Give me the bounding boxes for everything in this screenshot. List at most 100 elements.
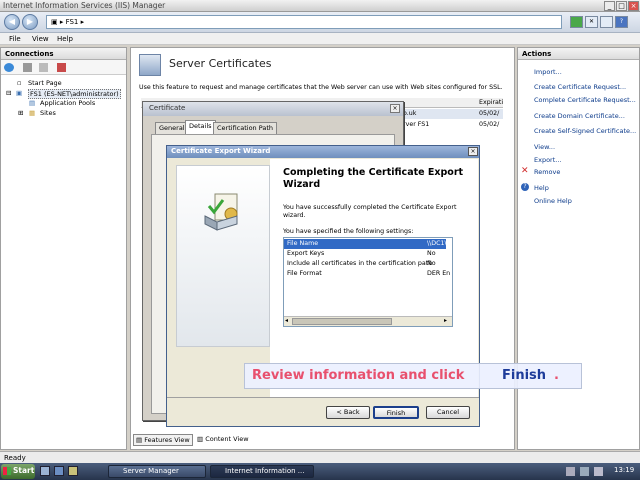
table-row[interactable]: rver FS1 05/02/: [401, 120, 503, 130]
cert-expiration: 05/02/: [479, 110, 500, 117]
forward-arrow-icon[interactable]: ▶: [22, 14, 38, 30]
app-pools-icon: ▤: [29, 99, 36, 107]
tree-item-app-pools[interactable]: Application Pools: [40, 99, 95, 107]
tree-item-start-page[interactable]: Start Page: [28, 79, 62, 87]
callout-text: Review information and click: [252, 368, 465, 383]
window-title: Internet Information Services (IIS) Mana…: [3, 1, 166, 10]
action-complete-cert-request[interactable]: Complete Certificate Request...: [534, 96, 636, 104]
action-create-cert-request[interactable]: Create Certificate Request...: [534, 83, 626, 91]
tab-general[interactable]: General: [155, 122, 189, 134]
quick-launch-icon[interactable]: [68, 466, 78, 476]
certificate-dialog-title: Certificate: [143, 102, 403, 116]
home-icon[interactable]: [600, 16, 613, 28]
menu-view[interactable]: View: [32, 35, 49, 43]
expand-toggle-icon[interactable]: ⊟: [6, 89, 11, 97]
cert-expiration: 05/02/: [479, 121, 500, 128]
action-import[interactable]: Import...: [534, 68, 562, 76]
action-create-domain-cert[interactable]: Create Domain Certificate...: [534, 112, 625, 120]
finish-button[interactable]: Finish: [373, 406, 419, 419]
wizard-side-banner: [176, 165, 270, 347]
refresh-icon[interactable]: [570, 16, 583, 28]
content-view-tab[interactable]: ▥ Content View: [195, 434, 257, 446]
list-item[interactable]: Include all certificates in the certific…: [284, 259, 446, 269]
connections-toolbar: [1, 60, 126, 75]
action-remove[interactable]: Remove: [534, 168, 560, 176]
settings-list[interactable]: File Name \\DC1\ Export Keys No Include al…: [283, 237, 453, 327]
column-expiration[interactable]: Expirati: [479, 99, 503, 106]
save-icon[interactable]: [23, 63, 32, 72]
status-text: Ready: [4, 454, 26, 462]
tree-item-server[interactable]: FS1 (ES-NET\administrator): [28, 89, 121, 99]
tree-item-sites[interactable]: Sites: [40, 109, 56, 117]
taskbar-server-manager[interactable]: Server Manager: [108, 465, 206, 478]
action-create-self-signed-cert[interactable]: Create Self-Signed Certificate...: [534, 127, 636, 135]
start-button[interactable]: Start: [1, 464, 35, 479]
wizard-intro-line1: You have successfully completed the Cert…: [283, 204, 457, 211]
wizard-intro-line2: wizard.: [283, 212, 306, 219]
scrollbar-thumb[interactable]: [292, 318, 392, 325]
taskbar: Start Server Manager Internet Informatio…: [0, 463, 640, 480]
breadcrumb-server[interactable]: FS1: [66, 18, 79, 26]
wizard-divider: [167, 397, 479, 398]
table-row[interactable]: o.uk 05/02/: [401, 109, 503, 119]
menu-bar: File View Help: [0, 33, 640, 45]
wizard-heading-line2: Wizard: [283, 179, 321, 190]
action-view[interactable]: View...: [534, 143, 555, 151]
breadcrumb-root-icon: ▣ ▸: [51, 18, 66, 26]
disconnect-icon[interactable]: [57, 63, 66, 72]
address-field[interactable]: ▣ ▸ FS1 ▸: [46, 15, 562, 29]
remove-x-icon: ✕: [521, 166, 529, 176]
cert-name: rver FS1: [403, 121, 430, 128]
wizard-close-button[interactable]: ×: [468, 147, 478, 156]
scroll-left-icon[interactable]: ◂: [285, 317, 288, 324]
action-help[interactable]: Help: [534, 184, 549, 192]
maximize-button[interactable]: □: [616, 1, 627, 11]
list-item[interactable]: Export Keys No: [284, 249, 446, 259]
quick-launch-icon[interactable]: [54, 466, 64, 476]
clock[interactable]: 13:19: [614, 466, 634, 474]
connections-pane: Connections ▫ Start Page ⊟ ▣ FS1 (ES-NET…: [0, 47, 127, 450]
scroll-right-icon[interactable]: ▸: [444, 317, 447, 324]
tray-icon[interactable]: [566, 467, 575, 476]
features-view-tab[interactable]: ▤ Features View: [133, 434, 193, 446]
status-bar: Ready: [0, 451, 640, 463]
wizard-content: Completing the Certificate Export Wizard…: [270, 159, 478, 397]
up-icon[interactable]: [39, 63, 48, 72]
sites-icon: ▦: [29, 109, 36, 117]
tray-icon[interactable]: [580, 467, 589, 476]
server-icon: ▣: [16, 89, 23, 97]
server-certificates-icon: [139, 54, 161, 76]
expand-toggle-icon[interactable]: ⊞: [18, 109, 23, 117]
page-description: Use this feature to request and manage c…: [139, 84, 503, 91]
action-online-help[interactable]: Online Help: [534, 197, 572, 205]
back-arrow-icon[interactable]: ◀: [4, 14, 20, 30]
actions-pane: Actions Import... Create Certificate Req…: [517, 47, 640, 450]
minimize-button[interactable]: _: [604, 1, 615, 11]
menu-file[interactable]: File: [9, 35, 21, 43]
stop-icon[interactable]: ✕: [585, 16, 598, 28]
callout-highlight: Finish: [502, 368, 547, 383]
tab-details[interactable]: Details: [185, 120, 216, 134]
connect-icon[interactable]: [4, 63, 14, 72]
taskbar-iis-manager[interactable]: Internet Information ...: [210, 465, 314, 478]
windows-logo-icon: [3, 467, 11, 475]
back-button[interactable]: < Back: [326, 406, 370, 419]
horizontal-scrollbar[interactable]: ◂ ▸: [284, 316, 452, 326]
breadcrumb-chevron-icon[interactable]: ▸: [78, 18, 85, 26]
callout-period: .: [554, 368, 559, 383]
help-circle-icon: ?: [521, 183, 529, 191]
list-item[interactable]: File Name \\DC1\: [284, 239, 447, 249]
quick-launch-icon[interactable]: [40, 466, 50, 476]
action-export[interactable]: Export...: [534, 156, 561, 164]
close-button[interactable]: ×: [628, 1, 639, 11]
connections-header: Connections: [1, 48, 126, 60]
menu-help[interactable]: Help: [57, 35, 73, 43]
tray-icon[interactable]: [594, 467, 603, 476]
list-item[interactable]: File Format DER En: [284, 269, 450, 279]
tab-certification-path[interactable]: Certification Path: [213, 122, 278, 134]
cert-name: o.uk: [403, 110, 417, 117]
certificate-close-button[interactable]: ×: [390, 104, 400, 113]
help-icon[interactable]: ?: [615, 16, 628, 28]
certificate-wizard-icon: [204, 193, 238, 231]
cancel-button[interactable]: Cancel: [426, 406, 470, 419]
